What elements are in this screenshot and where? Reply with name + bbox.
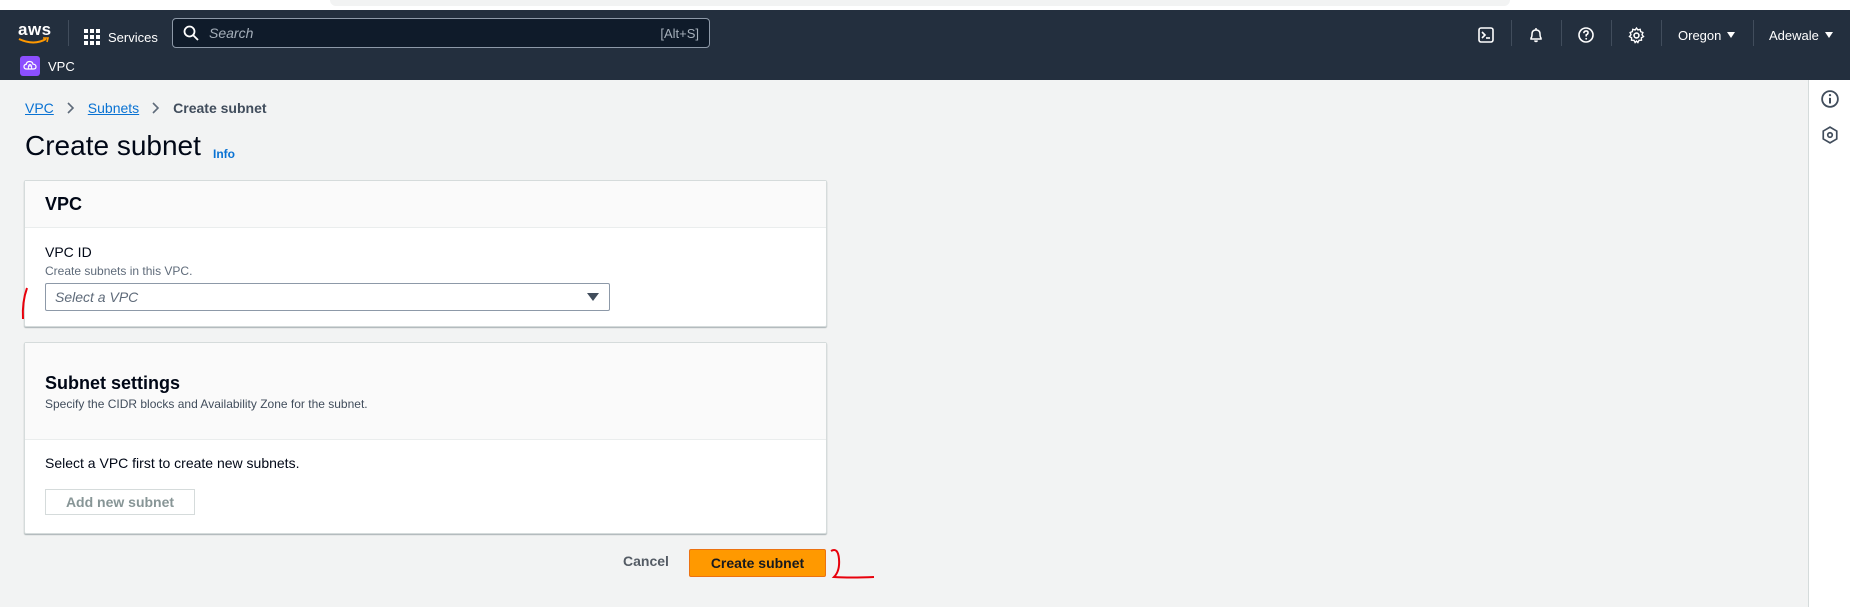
settings-icon[interactable] (1624, 23, 1648, 47)
search-shortcut: [Alt+S] (660, 25, 699, 41)
vpc-panel-header: VPC (25, 181, 826, 228)
vpc-select-placeholder: Select a VPC (55, 289, 139, 305)
breadcrumb-current: Create subnet (173, 100, 267, 116)
service-badge-label: VPC (48, 58, 75, 74)
vpc-panel-heading: VPC (45, 194, 83, 214)
region-caret-icon (1727, 32, 1736, 38)
services-menu[interactable]: Services (84, 22, 158, 52)
dropdown-caret-icon (587, 293, 599, 301)
vpc-id-description: Create subnets in this VPC. (45, 264, 193, 278)
cancel-button[interactable]: Cancel (617, 552, 675, 570)
aws-logo[interactable]: aws (18, 18, 54, 48)
chevron-right-icon (67, 102, 74, 114)
vpc-select[interactable]: Select a VPC (45, 283, 610, 311)
vpc-id-label: VPC ID (45, 244, 92, 260)
navbar-divider (1611, 20, 1612, 46)
user-label: Adewale (1769, 27, 1819, 43)
subnet-settings-panel: Subnet settings Specify the CIDR blocks … (24, 342, 827, 534)
bell-icon[interactable] (1524, 23, 1548, 47)
create-subnet-button[interactable]: Create subnet (689, 549, 826, 577)
services-label: Services (108, 29, 158, 45)
feedback-icon[interactable] (1821, 126, 1839, 144)
right-rail (1808, 80, 1850, 607)
aws-smile-icon (18, 37, 50, 44)
help-icon[interactable] (1574, 23, 1598, 47)
breadcrumb: VPC Subnets Create subnet (25, 100, 267, 116)
user-caret-icon (1824, 32, 1833, 38)
subnet-panel-header: Subnet settings Specify the CIDR blocks … (25, 343, 826, 440)
page-title: Create subnet (25, 130, 201, 161)
navbar-divider (1661, 20, 1662, 46)
breadcrumb-vpc[interactable]: VPC (25, 100, 54, 116)
region-selector[interactable]: Oregon (1678, 23, 1736, 47)
red-annotation-bracket (830, 549, 875, 579)
chevron-right-icon (152, 102, 160, 114)
top-strip-pill (330, 0, 1510, 6)
cloudshell-icon[interactable] (1474, 23, 1498, 47)
vpc-panel: VPC VPC ID Create subnets in this VPC. S… (24, 180, 827, 327)
search-input[interactable] (207, 24, 661, 42)
navbar-divider (1753, 20, 1754, 46)
user-menu[interactable]: Adewale (1769, 23, 1833, 47)
top-navbar: aws Services [Alt+S] Oregon Adewale VPC (0, 10, 1850, 80)
browser-top-strip (0, 0, 1850, 10)
search-box[interactable]: [Alt+S] (172, 18, 710, 48)
red-annotation-tick (21, 287, 28, 320)
info-icon[interactable] (1821, 90, 1839, 108)
navbar-divider (1511, 20, 1512, 46)
subnet-panel-description: Specify the CIDR blocks and Availability… (45, 397, 368, 411)
navbar-divider (68, 20, 69, 46)
service-badge[interactable]: VPC (20, 55, 75, 77)
subnet-panel-heading: Subnet settings (45, 373, 181, 393)
select-vpc-note: Select a VPC first to create new subnets… (45, 455, 300, 471)
search-icon (183, 25, 199, 41)
region-label: Oregon (1678, 27, 1722, 43)
add-new-subnet-button[interactable]: Add new subnet (45, 489, 195, 515)
navbar-divider (1561, 20, 1562, 46)
services-grid-icon (84, 29, 100, 45)
vpc-service-icon (20, 56, 40, 76)
info-link[interactable]: Info (213, 147, 235, 161)
breadcrumb-subnets[interactable]: Subnets (88, 100, 139, 116)
